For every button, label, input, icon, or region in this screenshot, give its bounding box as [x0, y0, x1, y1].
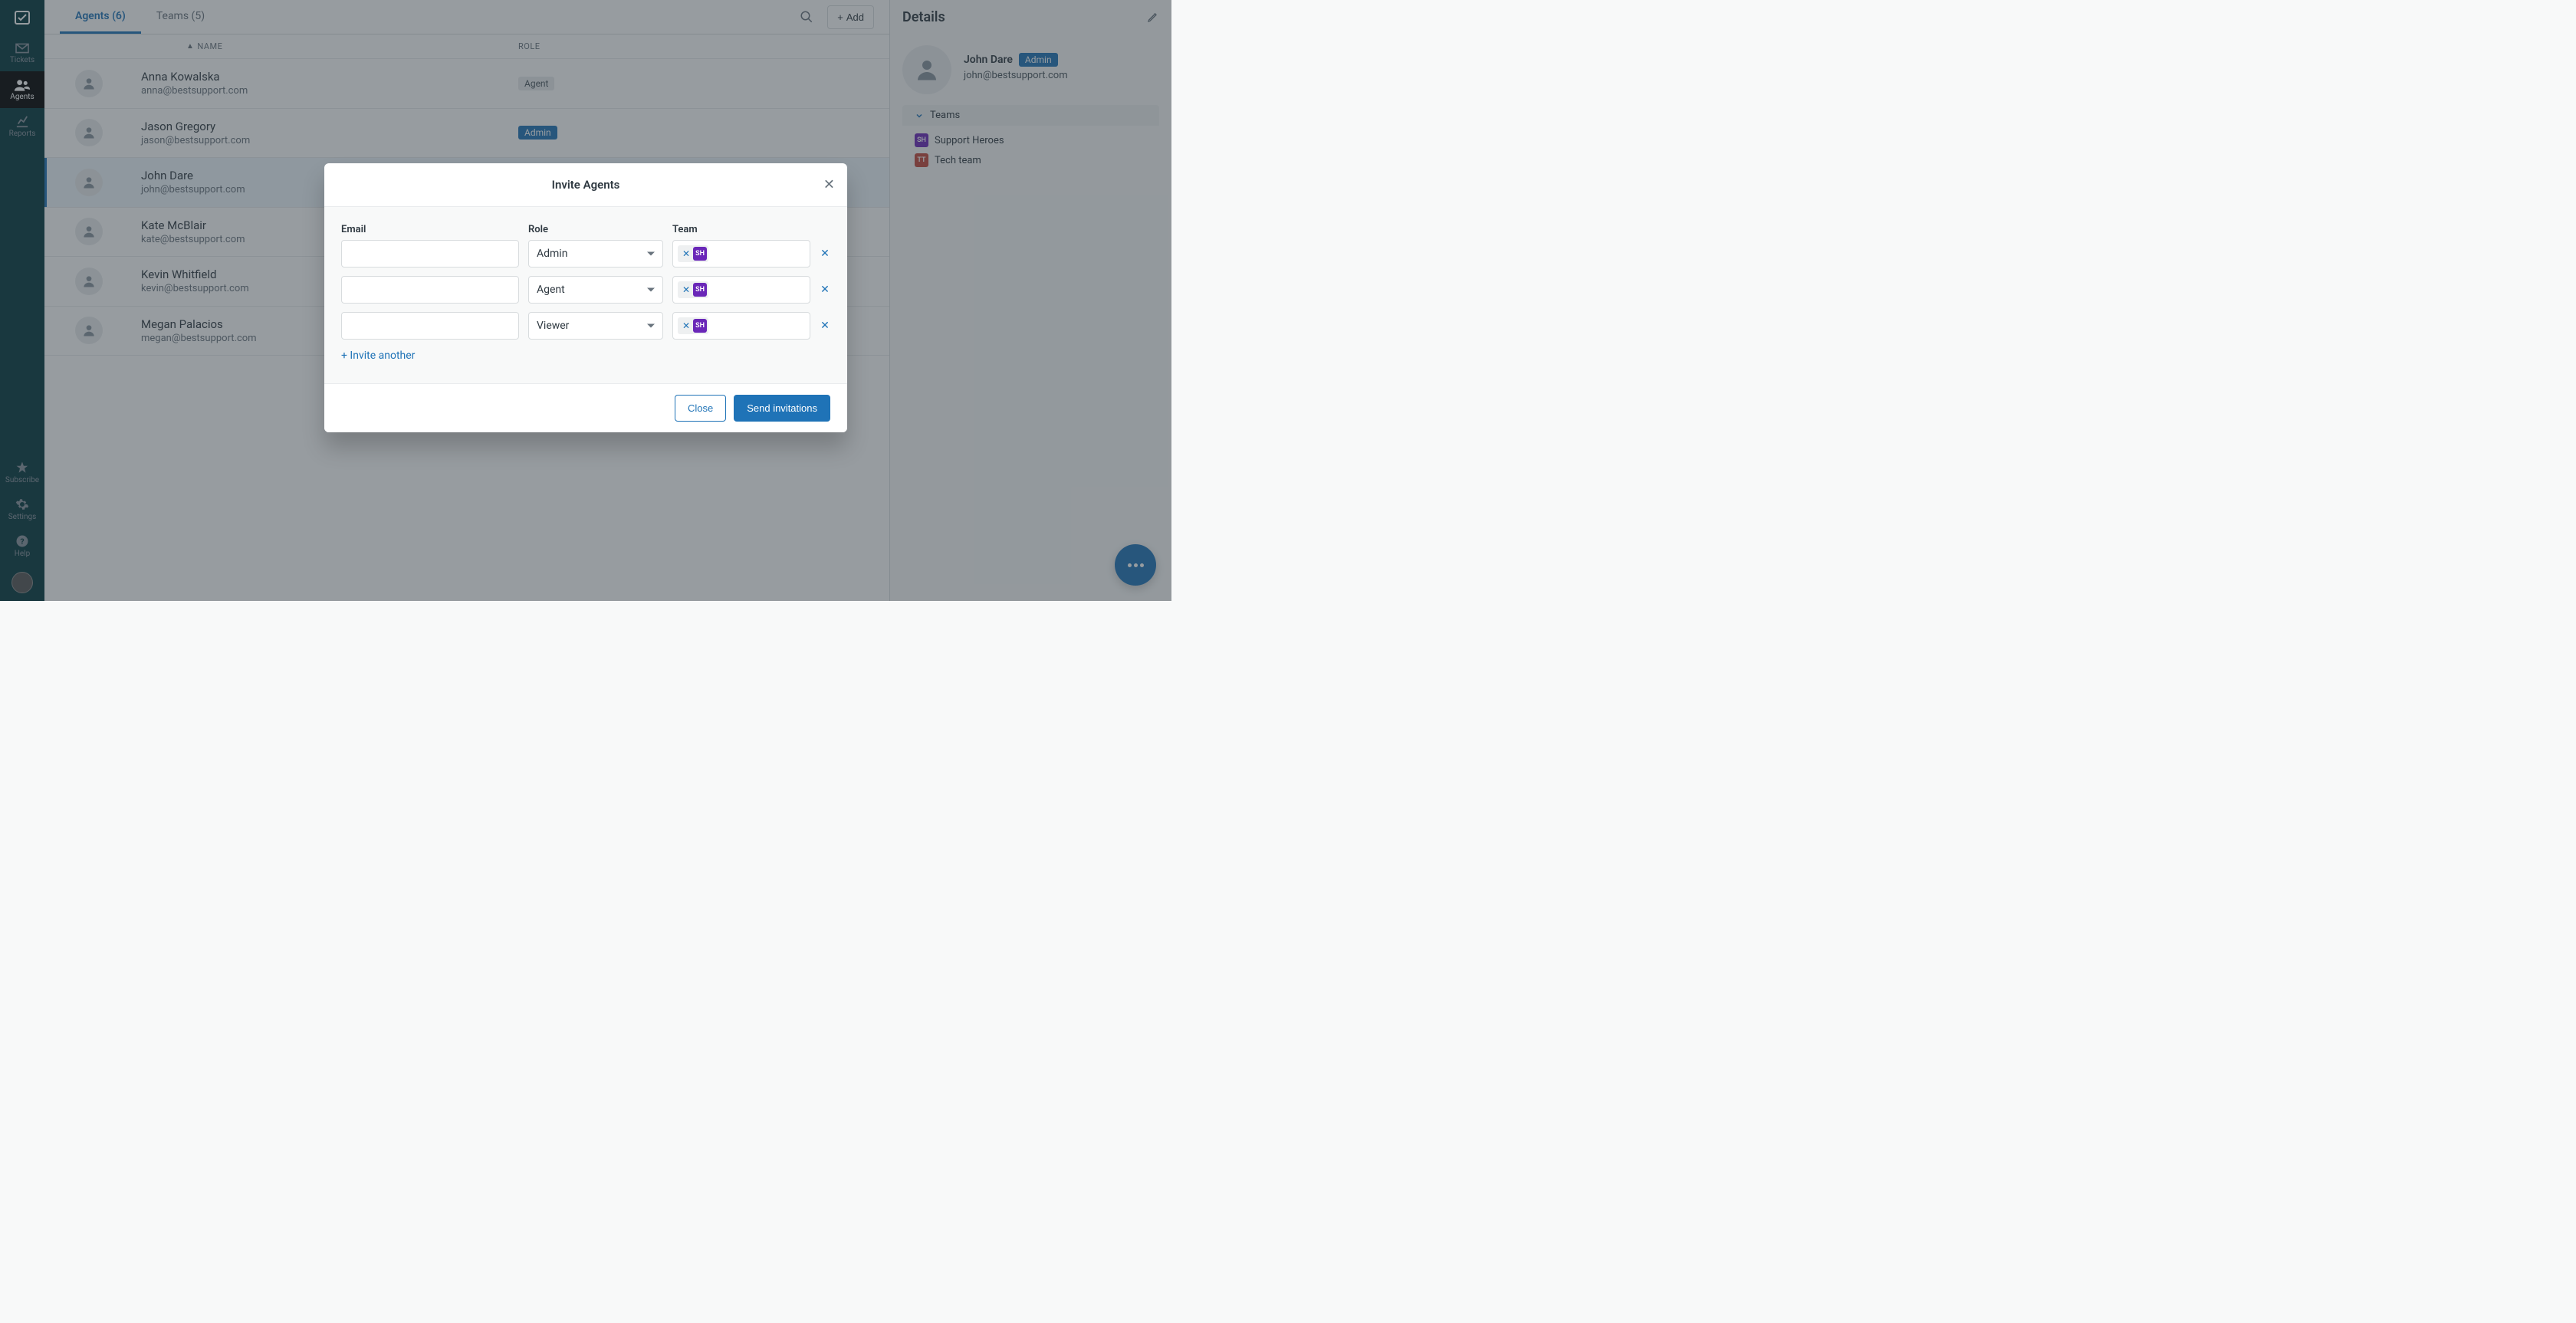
close-icon: ✕	[823, 177, 835, 192]
send-invitations-button[interactable]: Send invitations	[734, 395, 830, 422]
role-select[interactable]: Admin	[528, 240, 663, 268]
email-input[interactable]	[341, 276, 519, 304]
email-input[interactable]	[341, 240, 519, 268]
team-chip: ✕ SH	[678, 281, 708, 298]
chip-remove-icon[interactable]: ✕	[679, 284, 693, 295]
close-button[interactable]: Close	[675, 395, 726, 422]
role-select[interactable]: Agent	[528, 276, 663, 304]
team-badge: SH	[693, 247, 707, 261]
team-chip: ✕ SH	[678, 317, 708, 334]
role-value: Agent	[537, 284, 565, 296]
invite-row: Agent ✕ SH ✕	[341, 276, 830, 304]
invite-agents-modal: Invite Agents ✕ Email Role Team Admin ✕ …	[324, 163, 847, 432]
invite-row: Admin ✕ SH ✕	[341, 240, 830, 268]
invite-another-link[interactable]: + Invite another	[341, 350, 415, 362]
team-select[interactable]: ✕ SH	[672, 240, 810, 268]
role-value: Viewer	[537, 320, 569, 332]
team-select[interactable]: ✕ SH	[672, 276, 810, 304]
label-role: Role	[528, 224, 663, 235]
team-badge: SH	[693, 283, 707, 297]
role-value: Admin	[537, 248, 567, 260]
remove-row-button[interactable]: ✕	[820, 320, 830, 332]
label-team: Team	[672, 224, 830, 235]
modal-title: Invite Agents	[552, 178, 620, 192]
team-badge: SH	[693, 319, 707, 333]
role-select[interactable]: Viewer	[528, 312, 663, 340]
invite-row: Viewer ✕ SH ✕	[341, 312, 830, 340]
team-select[interactable]: ✕ SH	[672, 312, 810, 340]
remove-row-button[interactable]: ✕	[820, 284, 830, 296]
modal-close-button[interactable]: ✕	[823, 177, 835, 193]
chip-remove-icon[interactable]: ✕	[679, 248, 693, 259]
email-input[interactable]	[341, 312, 519, 340]
label-email: Email	[341, 224, 519, 235]
chip-remove-icon[interactable]: ✕	[679, 320, 693, 331]
remove-row-button[interactable]: ✕	[820, 248, 830, 260]
team-chip: ✕ SH	[678, 245, 708, 262]
